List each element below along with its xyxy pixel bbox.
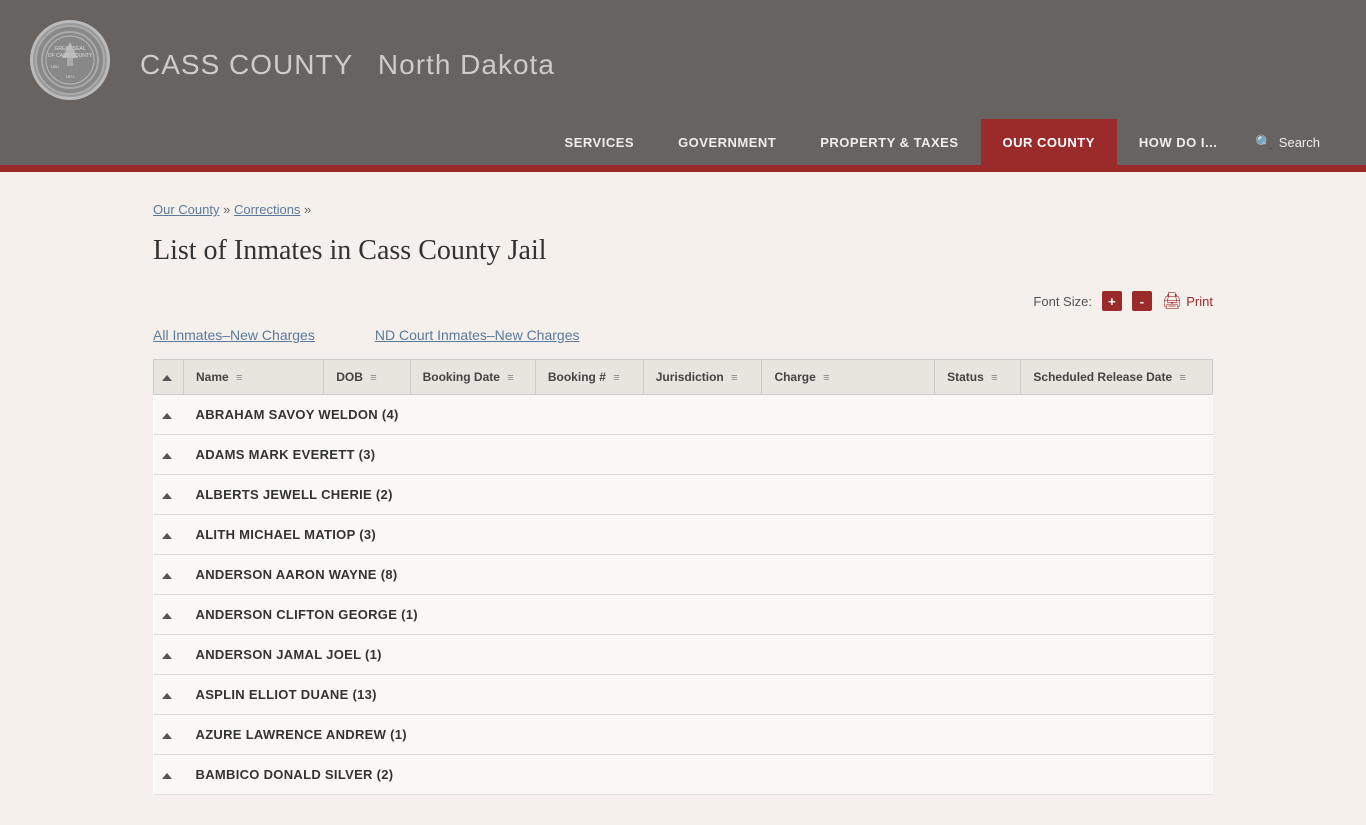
col-release: Scheduled Release Date ≡ — [1021, 360, 1213, 395]
site-header: GREAT SEAL OF CASS COUNTY 1873 1851 CASS… — [0, 0, 1366, 120]
svg-text:1873: 1873 — [66, 74, 76, 79]
nav-government[interactable]: GOVERNMENT — [656, 119, 798, 167]
row-expand-icon[interactable] — [154, 715, 184, 755]
nav-how-do-i[interactable]: HOW DO I... — [1117, 119, 1239, 167]
row-expand-icon[interactable] — [154, 435, 184, 475]
inmate-name: ALBERTS JEWELL CHERIE (2) — [184, 475, 1213, 515]
county-seal: GREAT SEAL OF CASS COUNTY 1873 1851 — [30, 20, 110, 100]
table-row[interactable]: ANDERSON CLIFTON GEORGE (1) — [154, 595, 1213, 635]
breadcrumb-sep2: » — [304, 202, 311, 217]
row-expand-icon[interactable] — [154, 675, 184, 715]
row-expand-icon[interactable] — [154, 515, 184, 555]
page-title: List of Inmates in Cass County Jail — [153, 235, 1213, 267]
seal-inner: GREAT SEAL OF CASS COUNTY 1873 1851 — [35, 25, 105, 95]
inmate-name: ASPLIN ELLIOT DUANE (13) — [184, 675, 1213, 715]
col-charge: Charge ≡ — [762, 360, 935, 395]
inmate-table: Name ≡ DOB ≡ Booking Date ≡ Booking # ≡ … — [153, 359, 1213, 795]
table-row[interactable]: ALBERTS JEWELL CHERIE (2) — [154, 475, 1213, 515]
breadcrumb-sep1: » — [223, 202, 234, 217]
font-size-label: Font Size: — [1033, 294, 1092, 309]
col-status: Status ≡ — [935, 360, 1021, 395]
table-row[interactable]: ANDERSON AARON WAYNE (8) — [154, 555, 1213, 595]
col-name: Name ≡ — [184, 360, 324, 395]
table-row[interactable]: ASPLIN ELLIOT DUANE (13) — [154, 675, 1213, 715]
table-header-row: Name ≡ DOB ≡ Booking Date ≡ Booking # ≡ … — [154, 360, 1213, 395]
sort-jurisdiction-icon[interactable]: ≡ — [731, 372, 737, 384]
chevron-up-icon — [162, 693, 172, 699]
print-button[interactable]: 🖨 Print — [1162, 291, 1213, 311]
row-expand-icon[interactable] — [154, 475, 184, 515]
chevron-up-icon — [162, 733, 172, 739]
sort-booking-date-icon[interactable]: ≡ — [507, 372, 513, 384]
chevron-up-icon — [162, 653, 172, 659]
inmate-name: ABRAHAM SAVOY WELDON (4) — [184, 395, 1213, 435]
print-label: Print — [1186, 294, 1213, 309]
row-expand-icon[interactable] — [154, 755, 184, 795]
chevron-up-icon — [162, 413, 172, 419]
col-booking-date: Booking Date ≡ — [410, 360, 535, 395]
county-title: CASS COUNTY North Dakota — [128, 39, 555, 81]
chevron-up-icon — [162, 533, 172, 539]
breadcrumb: Our County » Corrections » — [153, 202, 1213, 217]
sort-dob-icon[interactable]: ≡ — [370, 372, 376, 384]
row-expand-icon[interactable] — [154, 555, 184, 595]
filter-links: All Inmates–New Charges ND Court Inmates… — [153, 327, 1213, 343]
inmate-name: ANDERSON AARON WAYNE (8) — [184, 555, 1213, 595]
chevron-up-icon — [162, 453, 172, 459]
svg-text:1851: 1851 — [51, 64, 61, 69]
main-content: Our County » Corrections » List of Inmat… — [133, 172, 1233, 825]
filter-all-inmates[interactable]: All Inmates–New Charges — [153, 327, 315, 343]
main-nav: SERVICES GOVERNMENT PROPERTY & TAXES OUR… — [0, 120, 1366, 168]
table-row[interactable]: ABRAHAM SAVOY WELDON (4) — [154, 395, 1213, 435]
sort-name-icon[interactable]: ≡ — [236, 372, 242, 384]
nav-our-county[interactable]: OUR COUNTY — [981, 119, 1117, 167]
inmate-name: ALITH MICHAEL MATIOP (3) — [184, 515, 1213, 555]
chevron-up-icon — [162, 613, 172, 619]
search-label: Search — [1279, 135, 1320, 150]
toolbar: Font Size: + - 🖨 Print — [153, 291, 1213, 311]
logo-area: GREAT SEAL OF CASS COUNTY 1873 1851 CASS… — [30, 20, 555, 100]
inmate-name: BAMBICO DONALD SILVER (2) — [184, 755, 1213, 795]
chevron-up-icon — [162, 493, 172, 499]
expand-all-icon — [162, 375, 172, 381]
sort-status-icon[interactable]: ≡ — [991, 372, 997, 384]
font-increase-button[interactable]: + — [1102, 291, 1122, 311]
col-expand — [154, 360, 184, 395]
sort-booking-num-icon[interactable]: ≡ — [613, 372, 619, 384]
chevron-up-icon — [162, 573, 172, 579]
font-decrease-button[interactable]: - — [1132, 291, 1152, 311]
breadcrumb-our-county[interactable]: Our County — [153, 202, 219, 217]
inmate-name: ANDERSON CLIFTON GEORGE (1) — [184, 595, 1213, 635]
row-expand-icon[interactable] — [154, 595, 184, 635]
filter-nd-court[interactable]: ND Court Inmates–New Charges — [375, 327, 580, 343]
col-booking-num: Booking # ≡ — [535, 360, 643, 395]
table-row[interactable]: AZURE LAWRENCE ANDREW (1) — [154, 715, 1213, 755]
sort-charge-icon[interactable]: ≡ — [823, 372, 829, 384]
nav-property-taxes[interactable]: PROPERTY & TAXES — [798, 119, 980, 167]
chevron-up-icon — [162, 773, 172, 779]
nav-search[interactable]: 🔍 Search — [1239, 134, 1336, 151]
county-name: CASS COUNTY North Dakota — [128, 39, 555, 81]
breadcrumb-corrections[interactable]: Corrections — [234, 202, 300, 217]
search-icon: 🔍 — [1255, 134, 1272, 151]
inmate-name: ADAMS MARK EVERETT (3) — [184, 435, 1213, 475]
sort-release-icon[interactable]: ≡ — [1179, 372, 1185, 384]
col-jurisdiction: Jurisdiction ≡ — [643, 360, 762, 395]
inmate-name: ANDERSON JAMAL JOEL (1) — [184, 635, 1213, 675]
row-expand-icon[interactable] — [154, 395, 184, 435]
nav-services[interactable]: SERVICES — [543, 119, 657, 167]
col-dob: DOB ≡ — [324, 360, 410, 395]
table-row[interactable]: ALITH MICHAEL MATIOP (3) — [154, 515, 1213, 555]
table-row[interactable]: BAMBICO DONALD SILVER (2) — [154, 755, 1213, 795]
row-expand-icon[interactable] — [154, 635, 184, 675]
inmate-name: AZURE LAWRENCE ANDREW (1) — [184, 715, 1213, 755]
table-row[interactable]: ADAMS MARK EVERETT (3) — [154, 435, 1213, 475]
printer-icon: 🖨 — [1162, 291, 1182, 311]
table-row[interactable]: ANDERSON JAMAL JOEL (1) — [154, 635, 1213, 675]
